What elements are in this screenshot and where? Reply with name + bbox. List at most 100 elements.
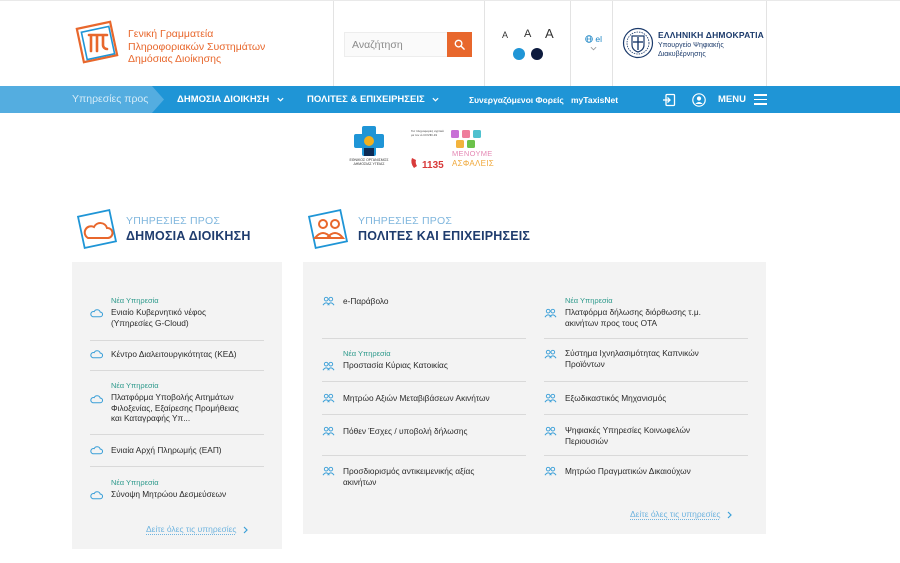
header-divider [333, 1, 334, 87]
globe-icon [585, 35, 593, 43]
service-title: Πλατφόρμα Υποβολής Αιτημάτων Φιλοξενίας,… [111, 392, 271, 424]
eody-banner-text: ΕΘΝΙΚΟΣ ΟΡΓΑΝΙΣΜΟΣ ΔΗΜΟΣΙΑΣ ΥΓΕΙΑΣ [349, 158, 389, 166]
new-service-label: Νέα Υπηρεσία [111, 478, 159, 487]
ministry-branding[interactable]: ΕΛΛΗΝΙΚΗ ΔΗΜΟΚΡΑΤΙΑ Υπουργείο Ψηφιακής Δ… [658, 30, 764, 59]
gsis-logo-icon[interactable] [74, 19, 122, 67]
divider [322, 414, 526, 415]
people-section-icon [307, 208, 349, 250]
login-icon[interactable] [662, 93, 676, 107]
people-icon [544, 349, 557, 359]
service-title-line: ακινήτων [343, 476, 377, 487]
contrast-normal-button[interactable] [513, 48, 525, 60]
menu-button[interactable]: MENU [718, 94, 746, 105]
nav-citizens-label: ΠΟΛΙΤΕΣ & ΕΠΙΧΕΙΡΗΣΕΙΣ [307, 94, 425, 105]
service-title-line: Περιουσιών [565, 435, 608, 446]
eody-banner-logo[interactable] [344, 124, 394, 176]
services-for-label: Υπηρεσίες προς [72, 93, 149, 105]
service-title: Εξωδικαστικός Μηχανισμός [565, 393, 749, 404]
services-for-label-wrap: Υπηρεσίες προς [0, 86, 164, 113]
gsis-logo-text[interactable]: Γενική Γραμματεία Πληροφοριακών Συστημάτ… [128, 28, 265, 66]
right-section-title: ΠΟΛΙΤΕΣ ΚΑΙ ΕΠΙΧΕΙΡΗΣΕΙΣ [358, 229, 531, 243]
user-icon[interactable] [692, 93, 706, 107]
people-icon [322, 393, 335, 403]
nav-public-admin[interactable]: ΔΗΜΟΣΙΑ ΔΙΟΙΚΗΣΗ [177, 94, 284, 105]
new-service-label: Νέα Υπηρεσία [343, 349, 391, 358]
service-title: Μητρώο Αξιών Μεταβιβάσεων Ακινήτων [343, 393, 527, 404]
divider [544, 414, 748, 415]
service-title-line: (Υπηρεσίες G-Cloud) [111, 317, 189, 328]
service-title-line: Πλατφόρμα δήλωσης διόρθωσης τ.μ. [565, 307, 701, 317]
service-title: Προσδιορισμός αντικειμενικής αξίας ακινή… [343, 466, 527, 487]
people-icon [544, 308, 557, 318]
people-icon [322, 361, 335, 371]
left-section-title: ΔΗΜΟΣΙΑ ΔΙΟΙΚΗΣΗ [126, 229, 251, 243]
cloud-icon [90, 491, 103, 500]
left-section-pretitle: ΥΠΗΡΕΣΙΕΣ ΠΡΟΣ [126, 215, 221, 227]
divider [90, 370, 264, 371]
cloud-icon [90, 446, 103, 455]
font-size-small-button[interactable]: A [502, 30, 508, 40]
chevron-right-icon [727, 511, 732, 519]
font-size-medium-button[interactable]: A [524, 28, 531, 40]
ministry-title: ΕΛΛΗΝΙΚΗ ΔΗΜΟΚΡΑΤΙΑ [658, 30, 765, 40]
service-title-line: Προσδιορισμός αντικειμενικής αξίας [343, 466, 475, 476]
people-icon [544, 466, 557, 476]
new-service-label: Νέα Υπηρεσία [111, 296, 159, 305]
service-title-line: Προϊόντων [565, 358, 605, 369]
people-icon [544, 393, 557, 403]
see-all-label: Δείτε όλες τις υπηρεσίες [630, 509, 721, 519]
logo-line-2: Πληροφοριακών Συστημάτων [128, 40, 266, 53]
new-service-label: Νέα Υπηρεσία [565, 296, 613, 305]
service-title-line: Ενιαίο Κυβερνητικό νέφος [111, 307, 207, 317]
stay-safe-word-2: ΑΣΦΑΛΕΙΣ [452, 159, 495, 168]
search-bar [344, 32, 472, 57]
cloud-icon [90, 309, 103, 318]
chevron-right-icon [243, 526, 248, 534]
service-title-line: ακινήτων προς τους ΟΤΑ [565, 317, 658, 328]
language-label: el [595, 34, 602, 44]
nav-citizens-business[interactable]: ΠΟΛΙΤΕΣ & ΕΠΙΧΕΙΡΗΣΕΙΣ [307, 94, 439, 105]
logo-line-1: Γενική Γραμματεία [128, 28, 214, 40]
service-title-line: Κέντρο Διαλειτουργικότητας (ΚΕΔ) [111, 349, 237, 359]
service-title-line: Ψηφιακές Υπηρεσίες Κοινωφελών [565, 425, 691, 435]
chevron-down-icon [277, 97, 284, 102]
logo-line-3: Δημόσιας Διοίκησης [128, 53, 222, 65]
divider [544, 381, 748, 382]
search-input[interactable] [344, 32, 447, 57]
service-title-line: Πόθεν Έσχες / υποβολή δήλωσης [343, 426, 468, 436]
search-icon [454, 39, 465, 50]
see-all-citizens-link[interactable]: Δείτε όλες τις υπηρεσίες [630, 509, 732, 519]
service-title: Πλατφόρμα δήλωσης διόρθωσης τ.μ. ακινήτω… [565, 307, 749, 328]
cloud-section-icon [76, 208, 118, 250]
service-title: Σύνοψη Μητρώου Δεσμεύσεων [111, 489, 271, 500]
main-navigation: Υπηρεσίες προς ΔΗΜΟΣΙΑ ΔΙΟΙΚΗΣΗ ΠΟΛΙΤΕΣ … [0, 86, 900, 113]
hamburger-icon[interactable] [754, 94, 767, 105]
divider [322, 455, 526, 456]
search-button[interactable] [447, 32, 472, 57]
contrast-high-button[interactable] [531, 48, 543, 60]
service-title: Ενιαίο Κυβερνητικό νέφος (Υπηρεσίες G-Cl… [111, 307, 271, 328]
font-size-large-button[interactable]: A [545, 26, 554, 41]
greek-emblem-icon [622, 27, 654, 59]
chevron-down-icon[interactable] [590, 46, 597, 51]
service-title-line: Φιλοξενίας, Εξαίρεσης Προμήθειας [111, 402, 239, 413]
service-title-line: Μητρώο Πραγματικών Δικαιούχων [565, 466, 691, 476]
service-title-line: Σύνοψη Μητρώου Δεσμεύσεων [111, 489, 227, 499]
language-selector[interactable]: el [585, 34, 602, 44]
cloud-icon [90, 395, 103, 404]
divider [322, 381, 526, 382]
service-title: Κέντρο Διαλειτουργικότητας (ΚΕΔ) [111, 349, 271, 360]
divider [90, 434, 264, 435]
chevron-down-icon [432, 97, 439, 102]
nav-mytaxisnet[interactable]: myTaxisNet [571, 95, 618, 105]
ministry-subtitle-2: Διακυβέρνησης [658, 50, 706, 58]
divider [322, 338, 526, 339]
people-icon [544, 426, 557, 436]
see-all-public-admin-link[interactable]: Δείτε όλες τις υπηρεσίες [146, 524, 248, 534]
service-title-line: και Καταγραφής Υπ... [111, 413, 191, 423]
divider [544, 338, 748, 339]
nav-partners[interactable]: Συνεργαζόμενοι Φορείς [469, 95, 564, 105]
people-icon [322, 466, 335, 476]
service-title-line: Προστασία Κύριας Κατοικίας [343, 360, 448, 370]
stay-safe-word-1: ΜΕΝΟΥΜΕ [452, 149, 493, 158]
